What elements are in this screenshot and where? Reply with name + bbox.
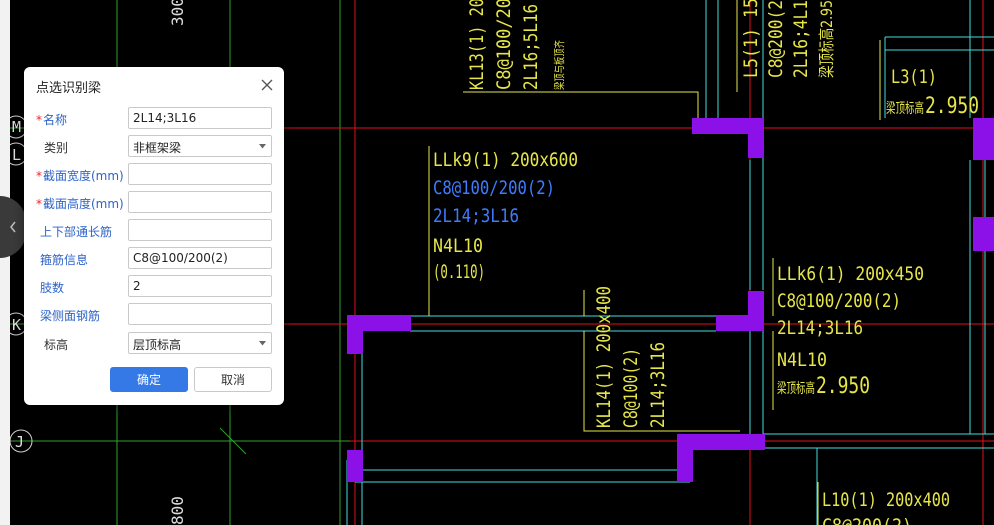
dimension-800: 800 bbox=[168, 496, 187, 525]
beam-llk6-bars: 2L14;3L16 bbox=[777, 317, 863, 339]
beam-l3-elevation-label: 梁顶标高 bbox=[886, 100, 924, 117]
side-bar-input[interactable] bbox=[128, 303, 272, 325]
dialog-title: 点选识别梁 bbox=[36, 81, 102, 96]
axis-label-l: L bbox=[12, 146, 21, 164]
form-row-category: 类别 非框架梁 bbox=[24, 135, 284, 159]
form-row-elevation: 标高 层顶标高 bbox=[24, 332, 284, 356]
legs-label: 肢数 bbox=[40, 281, 65, 295]
stirrup-input[interactable] bbox=[128, 247, 272, 269]
close-icon bbox=[261, 79, 273, 91]
category-label: 类别 bbox=[44, 141, 69, 155]
close-button[interactable] bbox=[260, 77, 274, 91]
form-row-through-bar: 上下部通长筋 bbox=[24, 219, 284, 243]
caret-down-icon bbox=[259, 341, 266, 346]
stirrup-label: 箍筋信息 bbox=[40, 253, 89, 267]
form-row-stirrup: 箍筋信息 bbox=[24, 247, 284, 271]
dimension-300: 300 bbox=[168, 0, 187, 26]
name-input[interactable] bbox=[128, 107, 272, 129]
beam-l3-name: L3(1) bbox=[891, 66, 937, 88]
form-row-legs: 肢数 bbox=[24, 275, 284, 299]
cancel-button[interactable]: 取消 bbox=[194, 367, 272, 392]
form-row-height: *截面高度(mm) bbox=[24, 191, 284, 215]
chevron-left-icon bbox=[10, 221, 16, 233]
beam-llk6-elevation-label: 梁顶标高 bbox=[777, 380, 815, 397]
form-row-name: *名称 bbox=[24, 107, 284, 131]
width-label: *截面宽度(mm) bbox=[36, 169, 124, 183]
beam-llk9-stirrup: C8@100/200(2) bbox=[433, 177, 555, 199]
height-label: *截面高度(mm) bbox=[36, 197, 124, 211]
beam-kl13-note: 梁顶与板顶齐 bbox=[552, 40, 566, 90]
beam-kl13-bars: 2L16;5L16 bbox=[520, 4, 542, 90]
left-gutter bbox=[0, 0, 10, 525]
elevation-select-value: 层顶标高 bbox=[133, 338, 182, 352]
caret-down-icon bbox=[259, 144, 266, 149]
beam-l3-elevation: 2.950 bbox=[925, 94, 979, 119]
axis-label-k: K bbox=[12, 316, 21, 334]
elevation-label: 标高 bbox=[44, 338, 69, 352]
beam-l10-name: L10(1) 200x400 bbox=[822, 489, 950, 511]
beam-l5-annotation: L5(1) 15 C8@200(2 2L16;4L1 梁顶标高2.95 bbox=[740, 0, 836, 78]
width-input[interactable] bbox=[128, 163, 272, 185]
axis-label-m: M bbox=[12, 118, 21, 136]
beam-kl13-stirrup: C8@100/20 bbox=[493, 0, 515, 90]
beam-kl13-name: KL13(1) 20 bbox=[466, 0, 488, 90]
beam-llk9-name: LLk9(1) 200x600 bbox=[433, 149, 578, 171]
beam-kl14-bars: 2L14;3L16 bbox=[647, 342, 669, 428]
legs-input[interactable] bbox=[128, 275, 272, 297]
through-bar-input[interactable] bbox=[128, 219, 272, 241]
beam-l5-stirrup: C8@200(2 bbox=[765, 0, 787, 78]
beam-llk9-side-bars: N4L10 bbox=[433, 235, 483, 257]
beam-l5-name: L5(1) 15 bbox=[740, 0, 762, 78]
through-bar-label: 上下部通长筋 bbox=[40, 225, 113, 239]
category-select[interactable]: 非框架梁 bbox=[128, 135, 272, 157]
beam-llk6-name: LLk6(1) 200x450 bbox=[777, 263, 924, 285]
side-bar-label: 梁侧面钢筋 bbox=[40, 309, 101, 323]
beam-l10-stirrup: C8@200(2) bbox=[822, 515, 912, 525]
height-input[interactable] bbox=[128, 191, 272, 213]
form-row-width: *截面宽度(mm) bbox=[24, 163, 284, 187]
beam-llk9-elevation: (0.110) bbox=[433, 261, 485, 283]
beam-llk6-elevation: 2.950 bbox=[816, 374, 870, 399]
beam-kl14-stirrup: C8@100(2) bbox=[620, 348, 642, 428]
identify-beam-dialog: 点选识别梁 *名称 类别 非框架梁 *截面宽度(mm) *截面高度(mm) 上下… bbox=[24, 67, 284, 405]
beam-kl14-name: KL14(1) 200x400 bbox=[593, 286, 615, 428]
beam-llk6-side-bars: N4L10 bbox=[777, 349, 827, 371]
beam-l5-bars: 2L16;4L1 bbox=[790, 0, 812, 78]
form-row-side-bar: 梁侧面钢筋 bbox=[24, 303, 284, 327]
axis-label-j: J bbox=[15, 433, 24, 451]
beam-l5-note: 梁顶标高2.95 bbox=[817, 0, 836, 78]
category-select-value: 非框架梁 bbox=[133, 141, 182, 155]
elevation-select[interactable]: 层顶标高 bbox=[128, 332, 272, 354]
beam-kl13-annotation: KL13(1) 20 C8@100/20 2L16;5L16 梁顶与板顶齐 bbox=[466, 0, 566, 90]
beam-kl14-annotation: KL14(1) 200x400 C8@100(2) 2L14;3L16 bbox=[593, 286, 669, 428]
beam-llk6-stirrup: C8@100/200(2) bbox=[777, 290, 901, 312]
beam-llk9-bars: 2L14;3L16 bbox=[433, 205, 519, 227]
confirm-button[interactable]: 确定 bbox=[110, 367, 188, 392]
name-label: *名称 bbox=[36, 113, 68, 127]
